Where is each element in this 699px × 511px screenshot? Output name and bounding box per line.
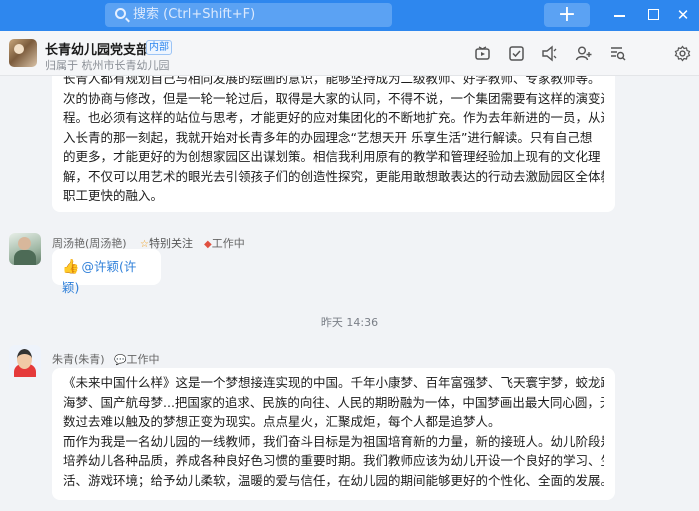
- announcement-icon[interactable]: [541, 45, 558, 62]
- group-avatar[interactable]: [9, 39, 37, 67]
- message-list[interactable]: 长青人都有规划自己与相同发展的绘画的意识，能够坚持成为二级教师、好学教师、专家教…: [0, 76, 699, 511]
- message-line: 程。也必须有这样的站位与思考，才能更好的应对集团化的不断地扩充。作为去年新进的一…: [63, 110, 604, 125]
- task-check-icon[interactable]: [508, 45, 525, 62]
- search-placeholder: 搜索 (Ctrl+Shift+F): [133, 7, 256, 22]
- message-line: 活、游戏环境；给予幼儿柔软，温暖的爱与信任，在幼儿园的期间能够更好的个性化、全面…: [63, 472, 604, 488]
- message-line: 的更多，才能更好的为创想家园区出谋划策。相信我利用原有的教学和管理经验加上现有的…: [63, 149, 601, 164]
- maximize-button[interactable]: [642, 4, 664, 26]
- message-line: 职工更快的融入。: [63, 188, 164, 203]
- message-line: 入长青的那一刻起，我就开始对长青多年的办园理念“艺想天开 乐享生活”进行解读。只…: [63, 129, 593, 145]
- message-line: 培养幼儿各种品质，养成各种良好色习惯的重要时期。我们教师应该为幼儿开设一个良好的…: [63, 453, 604, 468]
- status-diamond-icon: ◆: [204, 239, 212, 250]
- message-line: 长青人都有规划自己与相同发展的绘画的意识，能够坚持成为二级教师、好学教师、专家教…: [63, 76, 601, 86]
- timestamp-divider: 昨天 14:36: [320, 316, 379, 329]
- search-messages-icon[interactable]: [609, 45, 626, 62]
- group-affiliation: 归属于 杭州市长青幼儿园: [45, 59, 170, 72]
- message-bubble[interactable]: 《未来中国什么样》这是一个梦想接连实现的中国。千年小康梦、百年富强梦、飞天寰宇梦…: [52, 368, 615, 500]
- search-icon: [115, 8, 126, 19]
- add-button[interactable]: +: [544, 3, 590, 27]
- message-line: 数过去难以触及的梦想正变为现实。点点星火，汇聚成炬，每个人都是追梦人。: [63, 414, 501, 429]
- message-line: 海梦、国产航母梦...把国家的追求、民族的向往、人民的期盼融为一体，中国梦画出最…: [63, 394, 604, 410]
- work-status-tag: 💬工作中: [114, 353, 160, 366]
- sender-name[interactable]: 朱青(朱青): [52, 351, 105, 367]
- group-name[interactable]: 长青幼儿园党支部: [45, 39, 149, 58]
- settings-icon[interactable]: [674, 45, 691, 62]
- avatar[interactable]: [9, 345, 41, 377]
- thumbs-up-icon: 👍: [62, 259, 80, 275]
- members-icon[interactable]: [575, 45, 592, 62]
- chat-header: 长青幼儿园党支部 内部 归属于 杭州市长青幼儿园: [0, 31, 699, 76]
- minimize-button[interactable]: [608, 4, 630, 26]
- minimize-icon: [613, 15, 625, 17]
- work-status-tag: ◆工作中: [204, 237, 245, 250]
- search-box[interactable]: 搜索 (Ctrl+Shift+F): [105, 3, 392, 27]
- message-bubble[interactable]: 长青人都有规划自己与相同发展的绘画的意识，能够坚持成为二级教师、好学教师、专家教…: [52, 76, 615, 212]
- live-icon[interactable]: [474, 45, 491, 62]
- message-bubble[interactable]: 👍 @许颖(许颖): [52, 249, 161, 295]
- title-bar: 搜索 (Ctrl+Shift+F) + ✕: [0, 0, 699, 31]
- message-line: 而作为我是一名幼儿园的一线教师，我们奋斗目标是为祖国培育新的力量，新的接班人。幼…: [63, 433, 604, 449]
- message-line: 《未来中国什么样》这是一个梦想接连实现的中国。千年小康梦、百年富强梦、飞天寰宇梦…: [63, 375, 604, 390]
- chat-bubble-icon: 💬: [114, 355, 127, 366]
- maximize-icon: [647, 9, 659, 20]
- message-line: 解，不仅可以用艺术的眼光去引领孩子们的创造性探究，更能用敢想敢表达的行动去激励园…: [63, 168, 604, 184]
- avatar[interactable]: [9, 233, 41, 265]
- message-line: 次的协商与修改，但是一轮一轮过后，取得是大家的认同，不得不说，一个集团需要有这样…: [63, 90, 604, 106]
- close-button[interactable]: ✕: [672, 4, 694, 26]
- internal-badge: 内部: [146, 40, 172, 55]
